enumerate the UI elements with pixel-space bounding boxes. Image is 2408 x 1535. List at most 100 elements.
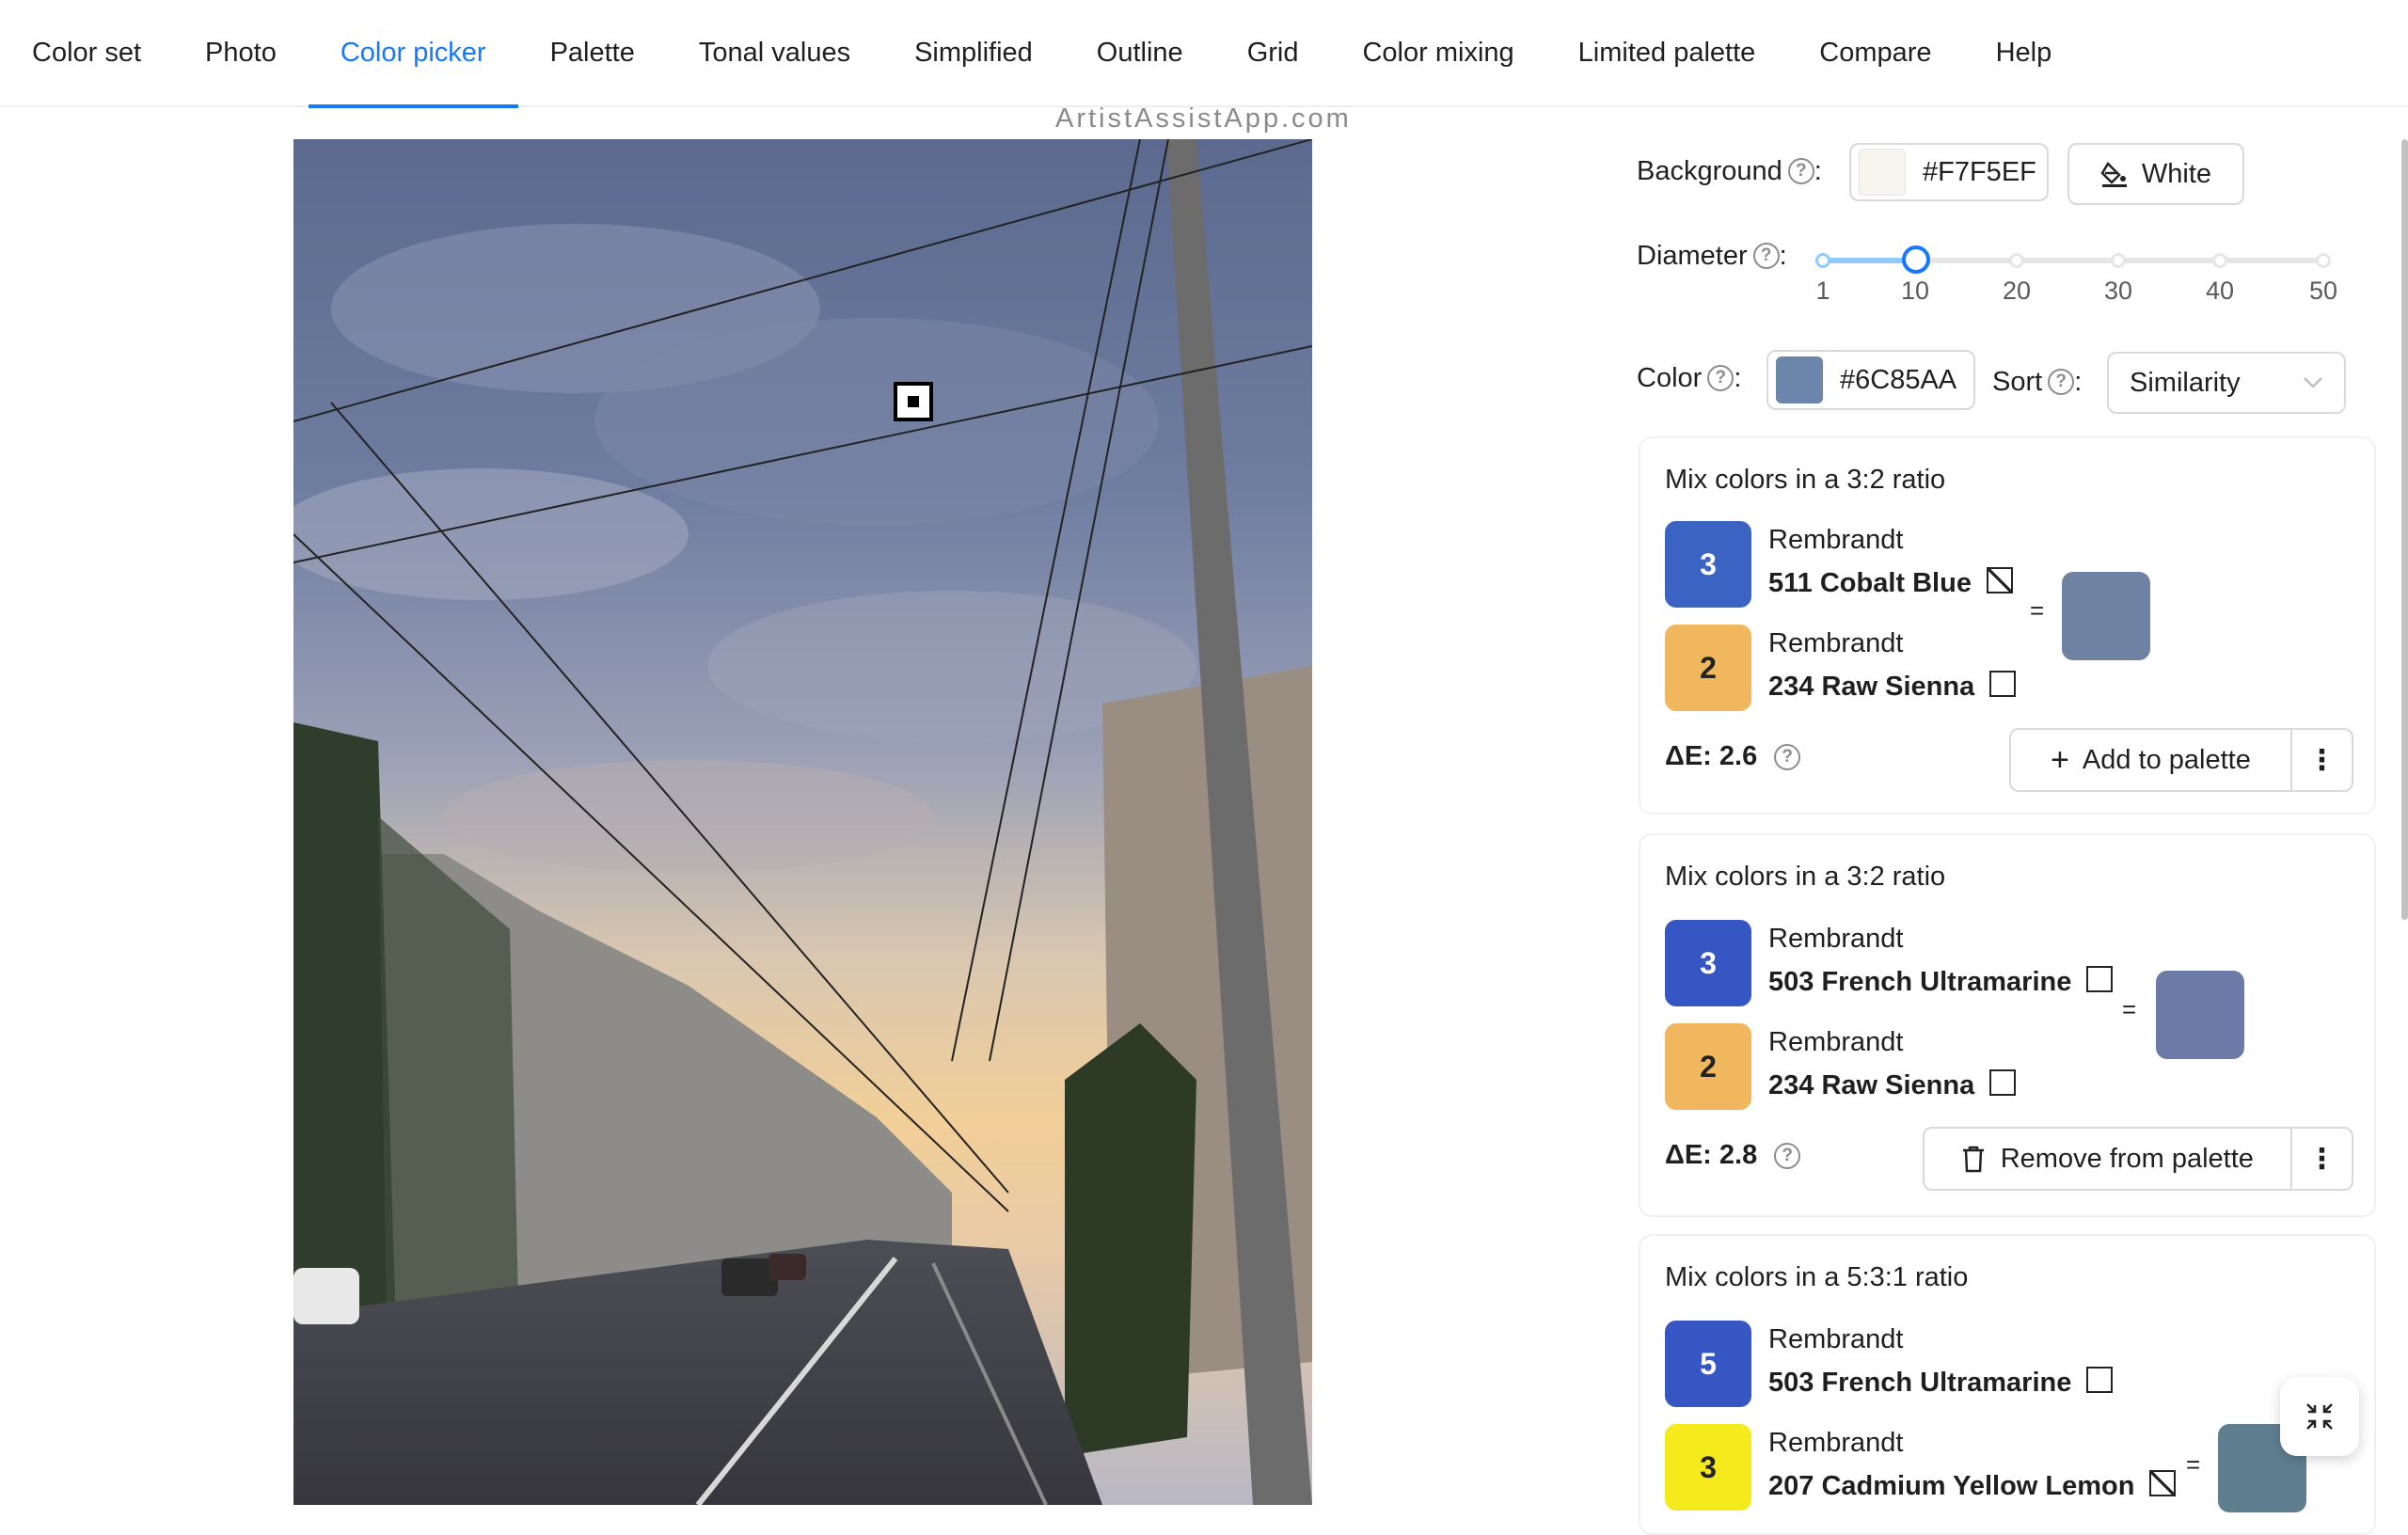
equals-sign: = bbox=[2030, 596, 2045, 625]
paint-brand: Rembrandt bbox=[1768, 924, 1904, 954]
mix-card: Mix colors in a 3:2 ratio 3 Rembrandt 51… bbox=[1639, 436, 2376, 815]
background-swatch bbox=[1859, 149, 1906, 196]
sort-value: Similarity bbox=[2130, 367, 2241, 398]
paint-name-row: 511 Cobalt Blue bbox=[1768, 567, 2013, 599]
help-icon[interactable]: ? bbox=[1774, 743, 1801, 770]
paint-brand: Rembrandt bbox=[1768, 628, 1904, 658]
diameter-label: Diameter bbox=[1637, 240, 1748, 271]
paint-name: 503 French Ultramarine bbox=[1768, 967, 2072, 997]
tab-color-picker[interactable]: Color picker bbox=[308, 0, 518, 108]
equals-sign: = bbox=[2122, 995, 2137, 1023]
watermark: ArtistAssistApp.com bbox=[1055, 103, 1352, 134]
picked-color-hex: #6C85AA bbox=[1840, 364, 1957, 395]
more-options-icon[interactable]: ⋮ bbox=[2292, 730, 2352, 790]
background-hex: #F7F5EF bbox=[1923, 156, 2036, 187]
tab-grid[interactable]: Grid bbox=[1247, 0, 1299, 106]
add-to-palette-label: Add to palette bbox=[2082, 744, 2251, 775]
slider-mark: 10 bbox=[1900, 277, 1930, 305]
help-icon[interactable]: ? bbox=[1752, 243, 1780, 269]
paint-name: 207 Cadmium Yellow Lemon bbox=[1768, 1471, 2135, 1501]
tab-help[interactable]: Help bbox=[1996, 0, 2052, 106]
help-icon[interactable]: ? bbox=[1774, 1142, 1801, 1169]
delta-e-value: ΔE: 2.6 bbox=[1665, 741, 1758, 771]
mix-title: Mix colors in a 3:2 ratio bbox=[1665, 862, 1946, 892]
background-color-input[interactable]: #F7F5EF bbox=[1849, 143, 2049, 201]
sort-row: Sort ?: bbox=[1992, 366, 2083, 397]
tab-palette[interactable]: Palette bbox=[550, 0, 635, 106]
collapse-icon bbox=[2306, 1403, 2333, 1430]
paint-parts-badge: 2 bbox=[1665, 625, 1751, 711]
background-label: Background bbox=[1637, 155, 1782, 186]
white-background-button[interactable]: White bbox=[2067, 143, 2244, 205]
slider-mark: 1 bbox=[1815, 277, 1830, 305]
tab-color-mixing[interactable]: Color mixing bbox=[1362, 0, 1513, 106]
paint-brand: Rembrandt bbox=[1768, 525, 1904, 555]
paint-parts-badge: 5 bbox=[1665, 1321, 1751, 1407]
equals-sign: = bbox=[2186, 1450, 2201, 1479]
help-icon[interactable]: ? bbox=[2048, 369, 2075, 395]
slider-mark: 30 bbox=[2103, 277, 2133, 305]
mix-title: Mix colors in a 3:2 ratio bbox=[1665, 465, 1946, 495]
picked-color-input[interactable]: #6C85AA bbox=[1766, 350, 1975, 410]
paint-name: 234 Raw Sienna bbox=[1768, 672, 1975, 702]
tab-simplified[interactable]: Simplified bbox=[914, 0, 1033, 106]
tab-compare[interactable]: Compare bbox=[1819, 0, 1931, 106]
slider-dot bbox=[2212, 253, 2227, 268]
mix-result-swatch[interactable] bbox=[2156, 971, 2244, 1059]
sort-select[interactable]: Similarity bbox=[2107, 352, 2346, 414]
paint-name: 503 French Ultramarine bbox=[1768, 1368, 2072, 1398]
paint-checkbox[interactable] bbox=[1989, 1069, 2017, 1097]
exit-fullscreen-button[interactable] bbox=[2280, 1377, 2359, 1456]
add-to-palette-button[interactable]: + Add to palette bbox=[2011, 730, 2292, 790]
picked-color-swatch bbox=[1776, 356, 1823, 404]
remove-from-palette-button-group: Remove from palette ⋮ bbox=[1923, 1127, 2353, 1191]
street-photo-image bbox=[293, 139, 1312, 1505]
more-options-icon[interactable]: ⋮ bbox=[2292, 1129, 2352, 1189]
paint-name-row: 503 French Ultramarine bbox=[1768, 1367, 2114, 1399]
slider-dot bbox=[1815, 253, 1830, 268]
scrollbar[interactable] bbox=[2401, 139, 2408, 920]
paint-checkbox[interactable] bbox=[1986, 567, 2013, 594]
help-icon[interactable]: ? bbox=[1787, 158, 1814, 184]
tab-limited-palette[interactable]: Limited palette bbox=[1578, 0, 1756, 106]
tab-outline[interactable]: Outline bbox=[1097, 0, 1183, 106]
delta-e: ΔE: 2.8? bbox=[1665, 1140, 1801, 1171]
slider-dot bbox=[2009, 253, 2024, 268]
paint-brand: Rembrandt bbox=[1768, 1428, 1904, 1458]
tab-color-set[interactable]: Color set bbox=[32, 0, 141, 106]
paint-brand: Rembrandt bbox=[1768, 1324, 1904, 1354]
tab-photo[interactable]: Photo bbox=[205, 0, 277, 106]
slider-dot bbox=[2316, 253, 2331, 268]
tab-tonal-values[interactable]: Tonal values bbox=[699, 0, 850, 106]
paint-name-row: 503 French Ultramarine bbox=[1768, 966, 2114, 998]
photo-canvas[interactable] bbox=[293, 139, 1312, 1505]
chevron-down-icon bbox=[2304, 377, 2322, 388]
slider-mark: 40 bbox=[2205, 277, 2235, 305]
slider-mark: 50 bbox=[2308, 277, 2338, 305]
paint-name-row: 234 Raw Sienna bbox=[1768, 1069, 2017, 1101]
paint-name-row: 234 Raw Sienna bbox=[1768, 671, 2017, 703]
plus-icon: + bbox=[2051, 741, 2069, 778]
add-to-palette-button-group: + Add to palette ⋮ bbox=[2009, 728, 2353, 792]
diameter-slider-handle[interactable] bbox=[1902, 245, 1930, 274]
mix-title: Mix colors in a 5:3:1 ratio bbox=[1665, 1262, 1969, 1292]
tab-bar: Color set Photo Color picker Palette Ton… bbox=[0, 0, 2408, 108]
mix-result-swatch[interactable] bbox=[2062, 572, 2150, 660]
color-picker-marker[interactable] bbox=[894, 382, 933, 421]
paint-bucket-icon bbox=[2100, 161, 2127, 187]
help-icon[interactable]: ? bbox=[1707, 365, 1735, 391]
color-label: Color bbox=[1637, 362, 1703, 393]
paint-brand: Rembrandt bbox=[1768, 1027, 1904, 1057]
trash-icon bbox=[1962, 1146, 1984, 1173]
remove-from-palette-button[interactable]: Remove from palette bbox=[1925, 1129, 2292, 1189]
delta-e: ΔE: 2.6? bbox=[1665, 741, 1801, 772]
sort-label: Sort bbox=[1992, 366, 2043, 397]
paint-parts-badge: 3 bbox=[1665, 521, 1751, 608]
paint-name: 511 Cobalt Blue bbox=[1768, 568, 1972, 598]
paint-checkbox[interactable] bbox=[1989, 671, 2017, 698]
background-row: Background ?: bbox=[1637, 155, 1822, 186]
paint-name-row: 207 Cadmium Yellow Lemon bbox=[1768, 1470, 2177, 1502]
paint-checkbox[interactable] bbox=[2086, 966, 2114, 993]
paint-checkbox[interactable] bbox=[2149, 1470, 2177, 1497]
paint-checkbox[interactable] bbox=[2086, 1367, 2114, 1394]
